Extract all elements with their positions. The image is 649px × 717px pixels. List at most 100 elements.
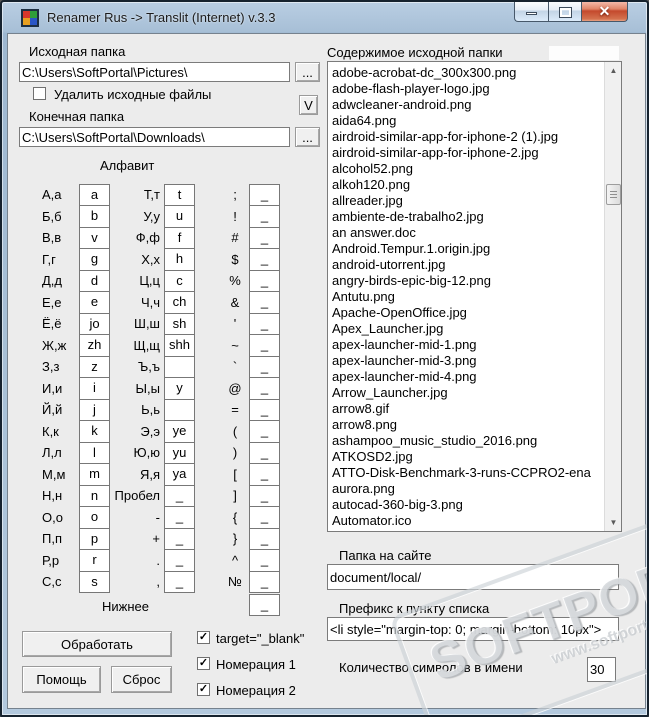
file-list-item[interactable]: apex-launcher-mid-1.png bbox=[332, 337, 603, 353]
translit-input[interactable]: _ bbox=[164, 484, 195, 507]
translit-input[interactable]: u bbox=[164, 205, 195, 228]
translit-input[interactable]: h bbox=[164, 248, 195, 271]
translit-input[interactable]: _ bbox=[249, 484, 280, 507]
delete-source-checkbox[interactable] bbox=[33, 87, 46, 100]
file-list-item[interactable]: arrow8.gif bbox=[332, 401, 603, 417]
file-list-item[interactable]: Android.Tempur.1.origin.jpg bbox=[332, 241, 603, 257]
lower-input[interactable]: _ bbox=[249, 594, 280, 616]
v-button[interactable]: V bbox=[299, 95, 318, 115]
alphabet-char-label: Ы,ы bbox=[135, 380, 160, 396]
file-list-item[interactable]: airdroid-similar-app-for-iphone-2.jpg bbox=[332, 145, 603, 161]
translit-input[interactable]: _ bbox=[249, 183, 280, 206]
translit-input[interactable]: _ bbox=[249, 248, 280, 271]
help-button[interactable]: Помощь bbox=[22, 666, 101, 693]
source-browse-button[interactable]: ... bbox=[295, 62, 320, 82]
process-button[interactable]: Обработать bbox=[22, 631, 172, 657]
translit-input[interactable]: t bbox=[164, 183, 195, 206]
translit-input[interactable]: _ bbox=[164, 570, 195, 593]
file-list-item[interactable]: an answer.doc bbox=[332, 225, 603, 241]
file-list-item[interactable]: aida64.png bbox=[332, 113, 603, 129]
translit-input[interactable]: ch bbox=[164, 291, 195, 314]
scroll-up-icon[interactable]: ▲ bbox=[605, 62, 621, 79]
dest-browse-button[interactable]: ... bbox=[295, 127, 320, 147]
translit-input[interactable]: _ bbox=[249, 226, 280, 249]
translit-input[interactable] bbox=[164, 355, 195, 378]
file-list-item[interactable]: Apex_Launcher.jpg bbox=[332, 321, 603, 337]
reset-button[interactable]: Сброс bbox=[111, 666, 172, 693]
option-label: Номерация 2 bbox=[216, 683, 296, 698]
translit-input[interactable]: _ bbox=[249, 291, 280, 314]
file-list-item[interactable]: apex-launcher-mid-3.png bbox=[332, 353, 603, 369]
dest-folder-input[interactable] bbox=[19, 127, 290, 147]
close-button[interactable]: ✕ bbox=[582, 2, 628, 22]
alphabet-row: % _ bbox=[222, 269, 282, 292]
translit-input[interactable]: _ bbox=[249, 377, 280, 400]
translit-input[interactable]: y bbox=[164, 377, 195, 400]
file-list-item[interactable]: airdroid-similar-app-for-iphone-2 (1).jp… bbox=[332, 129, 603, 145]
translit-input[interactable]: _ bbox=[249, 312, 280, 335]
list-scrollbar[interactable]: ▲ ▼ bbox=[604, 62, 621, 531]
translit-input[interactable]: ya bbox=[164, 463, 195, 486]
translit-input[interactable]: _ bbox=[164, 506, 195, 529]
site-folder-input[interactable] bbox=[327, 564, 619, 590]
alphabet-char-label: Е,е bbox=[42, 294, 62, 310]
file-list-item[interactable]: adobe-flash-player-logo.jpg bbox=[332, 81, 603, 97]
maximize-button[interactable] bbox=[548, 2, 582, 22]
file-list-item[interactable]: apex-launcher-mid-4.png bbox=[332, 369, 603, 385]
translit-input[interactable]: _ bbox=[249, 398, 280, 421]
title-bar[interactable]: Renamer Rus -> Translit (Internet) v.3.3… bbox=[2, 2, 647, 33]
file-list-item[interactable]: alcohol52.png bbox=[332, 161, 603, 177]
file-list-item[interactable]: ATTO-Disk-Benchmark-3-runs-CCPRO2-ena bbox=[332, 465, 603, 481]
file-list-item[interactable]: ambiente-de-trabalho2.jpg bbox=[332, 209, 603, 225]
file-list-item[interactable]: angry-birds-epic-big-12.png bbox=[332, 273, 603, 289]
file-list-item[interactable]: arrow8.png bbox=[332, 417, 603, 433]
alphabet-char-label: Т,т bbox=[143, 187, 160, 203]
file-list-item[interactable]: aurora.png bbox=[332, 481, 603, 497]
file-list-item[interactable]: adobe-acrobat-dc_300x300.png bbox=[332, 65, 603, 81]
file-list-item[interactable]: Automator.ico bbox=[332, 513, 603, 529]
file-list-item[interactable]: allreader.jpg bbox=[332, 193, 603, 209]
option-checkbox[interactable]: ✓ bbox=[197, 631, 210, 644]
file-list-item[interactable]: Arrow_Launcher.jpg bbox=[332, 385, 603, 401]
scroll-down-icon[interactable]: ▼ bbox=[605, 514, 621, 531]
prefix-input[interactable] bbox=[327, 617, 619, 641]
file-list-item[interactable]: ATKOSD2.jpg bbox=[332, 449, 603, 465]
file-listbox[interactable]: adobe-acrobat-dc_300x300.png adobe-flash-… bbox=[327, 61, 622, 532]
translit-input[interactable]: _ bbox=[249, 527, 280, 550]
app-window: Renamer Rus -> Translit (Internet) v.3.3… bbox=[0, 0, 649, 717]
translit-input[interactable]: _ bbox=[249, 570, 280, 593]
file-list-item[interactable]: ashampoo_music_studio_2016.png bbox=[332, 433, 603, 449]
minimize-button[interactable] bbox=[514, 2, 548, 22]
file-list-item[interactable]: Antutu.png bbox=[332, 289, 603, 305]
site-folder-label: Папка на сайте bbox=[339, 548, 432, 563]
translit-input[interactable]: _ bbox=[249, 549, 280, 572]
source-folder-input[interactable] bbox=[19, 62, 290, 82]
option-checkbox[interactable]: ✓ bbox=[197, 657, 210, 670]
translit-input[interactable]: _ bbox=[164, 549, 195, 572]
translit-input[interactable]: _ bbox=[249, 269, 280, 292]
file-list-item[interactable]: Apache-OpenOffice.jpg bbox=[332, 305, 603, 321]
translit-input[interactable]: _ bbox=[164, 527, 195, 550]
scroll-thumb[interactable] bbox=[606, 184, 621, 205]
translit-input[interactable]: _ bbox=[249, 355, 280, 378]
file-list-item[interactable]: autocad-360-big-3.png bbox=[332, 497, 603, 513]
alphabet-char-label: П,п bbox=[42, 531, 62, 547]
translit-input[interactable] bbox=[164, 398, 195, 421]
translit-input[interactable]: _ bbox=[249, 205, 280, 228]
translit-input[interactable]: _ bbox=[249, 441, 280, 464]
name-length-input[interactable] bbox=[587, 657, 616, 682]
translit-input[interactable]: _ bbox=[249, 463, 280, 486]
translit-input[interactable]: shh bbox=[164, 334, 195, 357]
file-list-item[interactable]: alkoh120.png bbox=[332, 177, 603, 193]
translit-input[interactable]: sh bbox=[164, 312, 195, 335]
option-checkbox[interactable]: ✓ bbox=[197, 683, 210, 696]
translit-input[interactable]: _ bbox=[249, 334, 280, 357]
translit-input[interactable]: _ bbox=[249, 420, 280, 443]
translit-input[interactable]: f bbox=[164, 226, 195, 249]
translit-input[interactable]: _ bbox=[249, 506, 280, 529]
translit-input[interactable]: ye bbox=[164, 420, 195, 443]
file-list-item[interactable]: adwcleaner-android.png bbox=[332, 97, 603, 113]
file-list-item[interactable]: android-utorrent.jpg bbox=[332, 257, 603, 273]
translit-input[interactable]: c bbox=[164, 269, 195, 292]
translit-input[interactable]: yu bbox=[164, 441, 195, 464]
